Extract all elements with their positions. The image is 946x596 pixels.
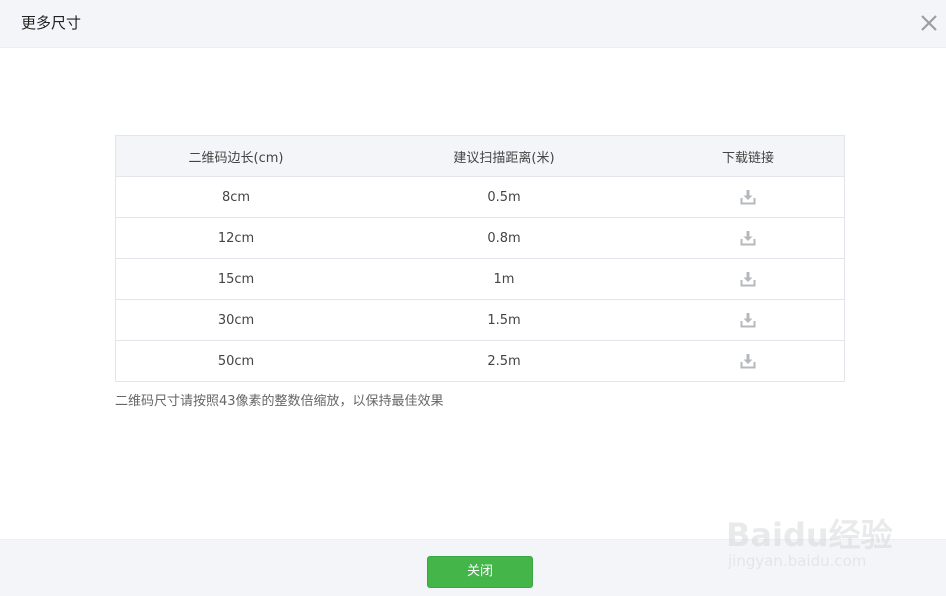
cell-download	[652, 299, 844, 341]
close-button[interactable]: 关闭	[427, 556, 533, 588]
download-icon[interactable]	[740, 312, 756, 328]
cell-download	[652, 340, 844, 381]
cell-scan-distance: 2.5m	[356, 340, 652, 381]
table-row: 8cm 0.5m	[116, 177, 844, 218]
cell-scan-distance: 0.5m	[487, 189, 521, 205]
table-row: 12cm 0.8m	[116, 217, 844, 259]
download-icon[interactable]	[740, 189, 756, 205]
cell-scan-distance: 0.8m	[356, 217, 652, 259]
cell-download	[652, 177, 844, 218]
download-icon[interactable]	[740, 271, 756, 287]
cell-side-length: 50cm	[116, 340, 356, 381]
dialog-footer: 关闭	[0, 539, 946, 596]
header-side-length: 二维码边长(cm)	[116, 136, 356, 177]
cell-side-length: 8cm	[221, 189, 251, 205]
more-sizes-dialog: 更多尺寸 二维码边长(cm) 建议扫描距离(米) 下载链接 8cm 0.5m 1…	[0, 0, 946, 596]
cell-scan-distance: 1.5m	[356, 299, 652, 341]
cell-scan-distance: 1m	[356, 258, 652, 300]
cell-side-length: 30cm	[116, 299, 356, 341]
table-row: 15cm 1m	[116, 258, 844, 300]
header-scan-distance: 建议扫描距离(米)	[356, 136, 652, 177]
cell-side-length: 12cm	[116, 217, 356, 259]
header-download-link: 下载链接	[652, 136, 844, 177]
table-header-row: 二维码边长(cm) 建议扫描距离(米) 下载链接	[116, 136, 844, 177]
size-table: 二维码边长(cm) 建议扫描距离(米) 下载链接 8cm 0.5m 12cm 0…	[115, 135, 845, 382]
table-row: 30cm 1.5m	[116, 299, 844, 341]
cell-download	[652, 217, 844, 259]
cell-side-length: 15cm	[116, 258, 356, 300]
dialog-header: 更多尺寸	[0, 0, 946, 48]
cell-download	[652, 258, 844, 300]
download-icon[interactable]	[740, 230, 756, 246]
dialog-title: 更多尺寸	[21, 14, 82, 32]
scaling-note: 二维码尺寸请按照43像素的整数倍缩放，以保持最佳效果	[115, 394, 444, 409]
close-icon[interactable]	[918, 12, 940, 34]
table-row: 50cm 2.5m	[116, 340, 844, 381]
download-icon[interactable]	[740, 353, 756, 369]
